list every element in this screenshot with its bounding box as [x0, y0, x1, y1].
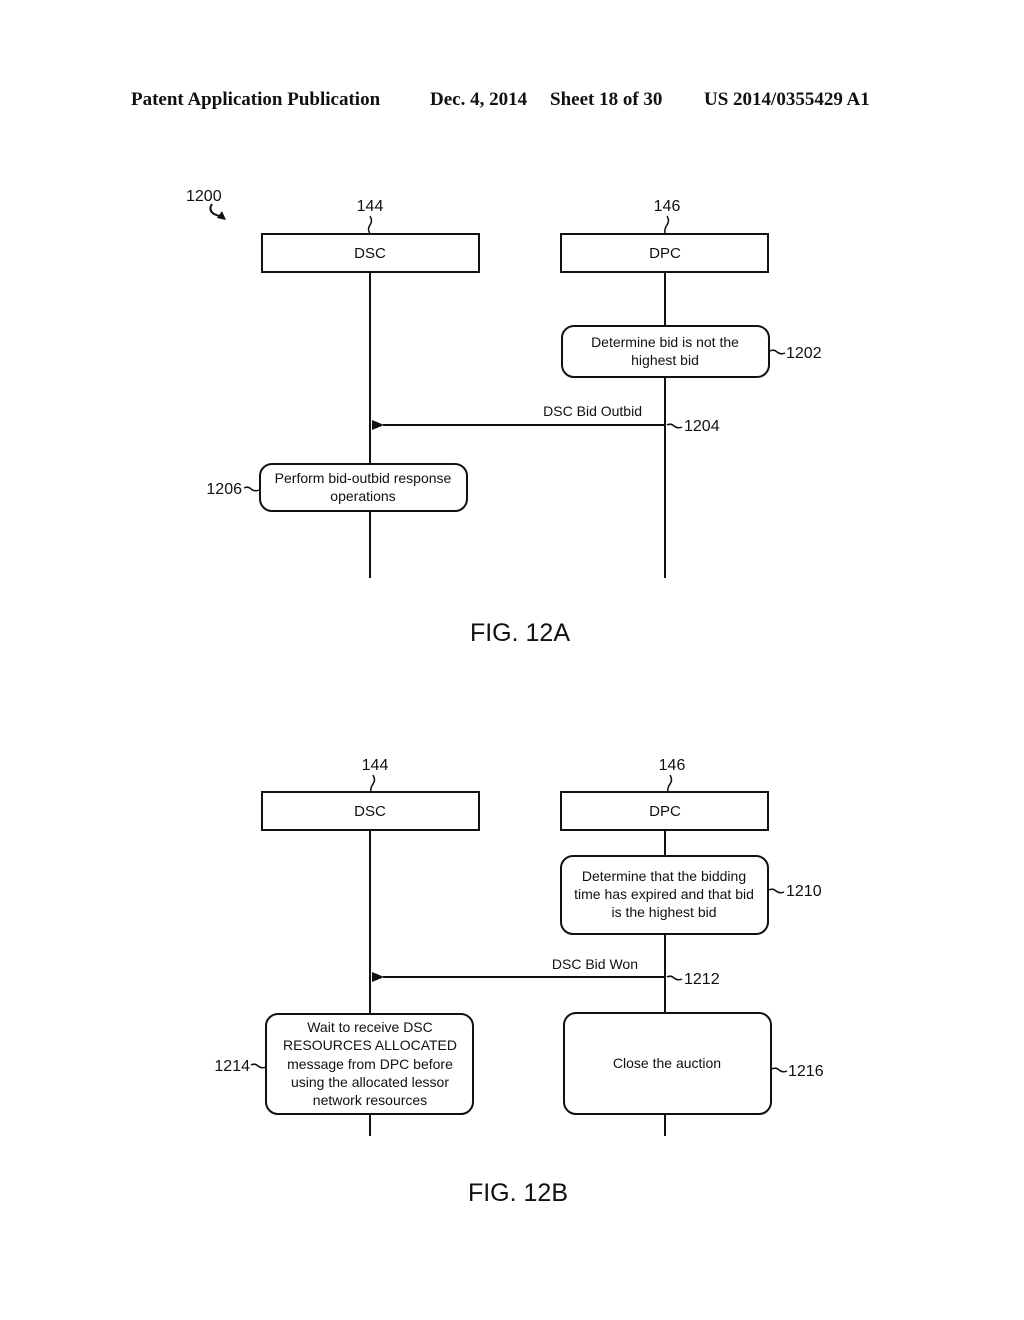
lifeline-ref-144: 144	[357, 198, 384, 215]
step-ref-1210: 1210	[786, 883, 822, 900]
step-text-line: Determine that the bidding	[582, 868, 746, 884]
figure-12b: 144 DSC 146 DPC Determine that the biddi…	[214, 757, 823, 1207]
lifeline-label-dpc: DPC	[649, 803, 681, 820]
sequence-diagrams: 1200 144 DSC 146 DPC Determine bid is no…	[186, 188, 824, 1207]
step-text-line: Determine bid is not the	[591, 334, 739, 350]
lifeline-ref-144: 144	[362, 757, 389, 774]
figure-ref-1200: 1200	[186, 188, 222, 205]
step-text-line: using the allocated lessor	[291, 1074, 449, 1090]
figure-caption-12b: FIG. 12B	[468, 1179, 568, 1207]
step-text-line: Perform bid-outbid response	[275, 470, 452, 486]
leader-squiggle	[243, 486, 260, 492]
step-text-line: is the highest bid	[611, 904, 716, 920]
leader-squiggle	[664, 215, 670, 235]
lifeline-label-dsc: DSC	[354, 803, 386, 820]
lifeline-ref-146: 146	[659, 757, 686, 774]
step-text-line: highest bid	[631, 352, 699, 368]
leader-squiggle	[370, 774, 376, 794]
step-ref-1206: 1206	[206, 481, 242, 498]
step-text-line: Close the auction	[613, 1055, 721, 1071]
step-text-line: operations	[330, 488, 395, 504]
step-ref-1214: 1214	[214, 1058, 250, 1075]
leader-squiggle	[250, 1063, 267, 1069]
leader-squiggle	[666, 975, 683, 981]
leader-squiggle	[666, 423, 683, 429]
step-ref-1204: 1204	[684, 418, 720, 435]
leader-squiggle	[367, 215, 373, 235]
leader-squiggle	[768, 888, 785, 894]
leader-squiggle	[769, 349, 786, 355]
lifeline-label-dpc: DPC	[649, 245, 681, 262]
figure-12a: 1200 144 DSC 146 DPC Determine bid is no…	[186, 188, 822, 647]
figure-caption-12a: FIG. 12A	[470, 619, 570, 647]
message-label-1212: DSC Bid Won	[552, 956, 638, 972]
step-text-line: Wait to receive DSC	[307, 1019, 433, 1035]
step-ref-1216: 1216	[788, 1063, 824, 1080]
lifeline-label-dsc: DSC	[354, 245, 386, 262]
message-label-1204: DSC Bid Outbid	[543, 403, 642, 419]
step-ref-1212: 1212	[684, 971, 720, 988]
lifeline-ref-146: 146	[654, 198, 681, 215]
step-text-line: time has expired and that bid	[574, 886, 754, 902]
step-ref-1202: 1202	[786, 345, 822, 362]
step-text-line: RESOURCES ALLOCATED	[283, 1037, 457, 1053]
leader-squiggle	[667, 774, 673, 794]
step-text-line: network resources	[313, 1092, 427, 1108]
leader-squiggle	[771, 1067, 788, 1073]
step-text-line: message from DPC before	[287, 1056, 453, 1072]
